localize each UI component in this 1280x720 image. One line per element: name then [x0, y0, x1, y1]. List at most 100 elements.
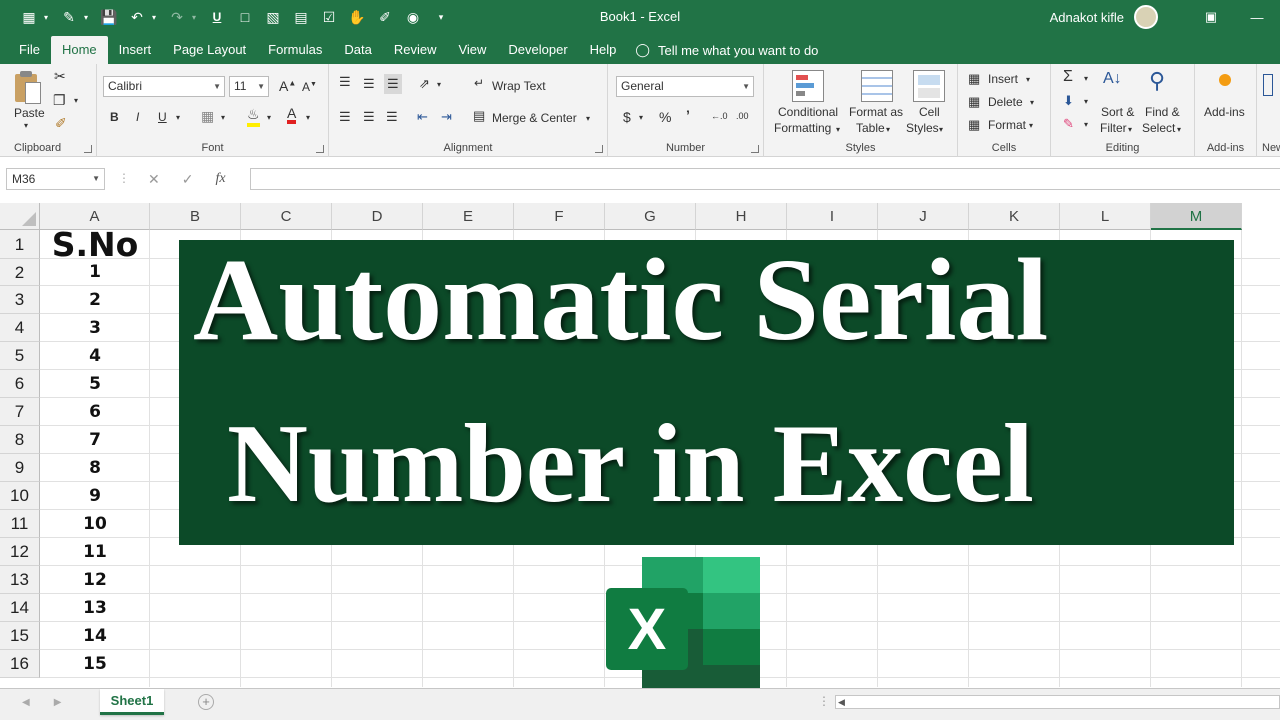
cell-a-value[interactable]: 5 — [40, 370, 150, 398]
format-cells-button[interactable]: Format — [988, 118, 1026, 132]
cell-styles-label-2[interactable]: Styles — [906, 121, 939, 135]
tab-formulas[interactable]: Formulas — [257, 36, 333, 64]
decrease-decimal-icon[interactable]: .00 — [736, 111, 749, 121]
row-header-10[interactable]: 10 — [0, 482, 40, 510]
touch-icon[interactable]: ✋ — [344, 4, 370, 30]
name-box[interactable]: M36 ▼ — [6, 168, 105, 190]
chevron-down-icon[interactable]: ▾ — [939, 125, 943, 134]
row-header-12[interactable]: 12 — [0, 538, 40, 566]
chevron-down-icon[interactable]: ▾ — [437, 80, 441, 89]
merge-center-icon[interactable]: ▤ — [473, 108, 485, 124]
column-header-m[interactable]: M — [1151, 203, 1242, 230]
find-select-icon[interactable]: ⚲ — [1149, 68, 1165, 94]
row-header-9[interactable]: 9 — [0, 454, 40, 482]
cell-a-value[interactable]: 8 — [40, 454, 150, 482]
tab-file[interactable]: File — [8, 36, 51, 64]
chevron-down-icon[interactable]: ▾ — [221, 113, 225, 122]
conditional-formatting-button[interactable]: Conditional — [778, 105, 838, 119]
chevron-down-icon[interactable]: ▾ — [1026, 75, 1030, 84]
chevron-down-icon[interactable]: ▾ — [639, 113, 643, 122]
chevron-down-icon[interactable]: ▾ — [176, 113, 180, 122]
select-all-button[interactable] — [0, 203, 40, 230]
chevron-down-icon[interactable]: ▾ — [1029, 121, 1033, 130]
sort-filter-icon[interactable]: A↓ — [1103, 70, 1122, 88]
chevron-down-icon[interactable]: ▾ — [1030, 98, 1034, 107]
cell-a-value[interactable]: 14 — [40, 622, 150, 650]
cancel-icon[interactable]: ✕ — [148, 171, 160, 188]
column-header-k[interactable]: K — [969, 203, 1060, 230]
prev-sheet-icon[interactable]: ◀ — [22, 697, 30, 708]
avatar[interactable] — [1134, 5, 1158, 29]
conditional-formatting-icon[interactable] — [792, 70, 824, 102]
cell-styles-button[interactable]: Cell — [919, 105, 940, 119]
wrap-text-icon[interactable]: ↵ — [474, 76, 484, 90]
column-header-l[interactable]: L — [1060, 203, 1151, 230]
row-header-14[interactable]: 14 — [0, 594, 40, 622]
row-header-16[interactable]: 16 — [0, 650, 40, 678]
fill-color-icon[interactable]: ✎ — [56, 4, 82, 30]
chevron-down-icon[interactable]: ▾ — [74, 96, 78, 105]
orientation-icon[interactable]: ⇗ — [419, 76, 430, 92]
increase-indent-icon[interactable]: ⇥ — [441, 109, 452, 125]
brush-icon[interactable]: ✐ — [372, 4, 398, 30]
number-format-select[interactable]: General ▼ — [616, 76, 754, 97]
increase-decimal-icon[interactable]: ←.0 — [711, 111, 728, 121]
enter-icon[interactable]: ✓ — [182, 171, 194, 188]
autosum-icon[interactable]: Σ — [1063, 68, 1073, 86]
format-as-table-label-2[interactable]: Table — [856, 121, 885, 135]
currency-button[interactable]: $ — [623, 109, 631, 125]
wrap-text-button[interactable]: Wrap Text — [492, 79, 546, 93]
italic-button[interactable]: I — [136, 110, 139, 124]
cell-a-value[interactable]: 7 — [40, 426, 150, 454]
chevron-down-icon[interactable]: ▾ — [192, 13, 202, 22]
cell-a-value[interactable]: 13 — [40, 594, 150, 622]
row-header-6[interactable]: 6 — [0, 370, 40, 398]
scroll-left-icon[interactable]: ◀ — [838, 696, 845, 708]
align-center-icon[interactable]: ☰ — [363, 109, 375, 125]
column-header-i[interactable]: I — [787, 203, 878, 230]
row-header-13[interactable]: 13 — [0, 566, 40, 594]
conditional-formatting-label-2[interactable]: Formatting — [774, 121, 831, 135]
user-name[interactable]: Adnakot kifle — [1050, 10, 1124, 25]
format-cells-icon[interactable]: ▦ — [968, 117, 980, 133]
sheet-tab-sheet1[interactable]: Sheet1 — [100, 689, 164, 715]
undo-icon[interactable]: ↶ — [124, 4, 150, 30]
chevron-down-icon[interactable]: ▾ — [1084, 97, 1088, 106]
row-header-5[interactable]: 5 — [0, 342, 40, 370]
ribbon-display-options-icon[interactable]: ▣ — [1188, 0, 1234, 34]
chevron-down-icon[interactable]: ▾ — [1084, 74, 1088, 83]
row-header-1[interactable]: 1 — [0, 230, 40, 259]
tab-data[interactable]: Data — [333, 36, 382, 64]
row-header-8[interactable]: 8 — [0, 426, 40, 454]
new-group-icon[interactable] — [1263, 74, 1273, 96]
redo-icon[interactable]: ↷ — [164, 4, 190, 30]
column-header-b[interactable]: B — [150, 203, 241, 230]
borders-icon[interactable]: ▦ — [201, 108, 214, 125]
increase-font-size-icon[interactable]: A▲ — [279, 78, 296, 94]
touch-mode-icon[interactable]: ▦ — [16, 4, 42, 30]
tell-me-box[interactable]: ◯ Tell me what you want to do — [627, 36, 818, 64]
number-launcher-icon[interactable] — [751, 145, 759, 153]
tab-view[interactable]: View — [447, 36, 497, 64]
insert-function-icon[interactable]: fx — [215, 171, 225, 187]
chevron-down-icon[interactable]: ▾ — [24, 121, 28, 130]
row-header-2[interactable]: 2 — [0, 259, 40, 286]
cell-a-value[interactable]: 3 — [40, 314, 150, 342]
fill-icon[interactable]: ⬇ — [1063, 93, 1074, 109]
column-header-h[interactable]: H — [696, 203, 787, 230]
sort-filter-label-2[interactable]: Filter — [1100, 121, 1127, 135]
format-as-table-button[interactable]: Format as — [849, 105, 903, 119]
merge-center-button[interactable]: Merge & Center — [492, 111, 577, 125]
chevron-down-icon[interactable]: ▾ — [152, 13, 162, 22]
tab-help[interactable]: Help — [579, 36, 628, 64]
more-options-icon[interactable]: ⋮ — [118, 171, 130, 185]
paste-button[interactable]: Paste — [14, 106, 45, 120]
cell-a-value[interactable]: 4 — [40, 342, 150, 370]
tab-splitter-icon[interactable]: ⋮ — [818, 694, 830, 708]
chevron-down-icon[interactable]: ▾ — [1128, 125, 1132, 134]
font-name-select[interactable]: Calibri ▼ — [103, 76, 225, 97]
cell-a-value[interactable]: 9 — [40, 482, 150, 510]
underline-button[interactable]: U — [158, 110, 167, 124]
font-color-icon[interactable]: A — [287, 106, 297, 124]
addins-button[interactable]: Add-ins — [1204, 105, 1245, 119]
